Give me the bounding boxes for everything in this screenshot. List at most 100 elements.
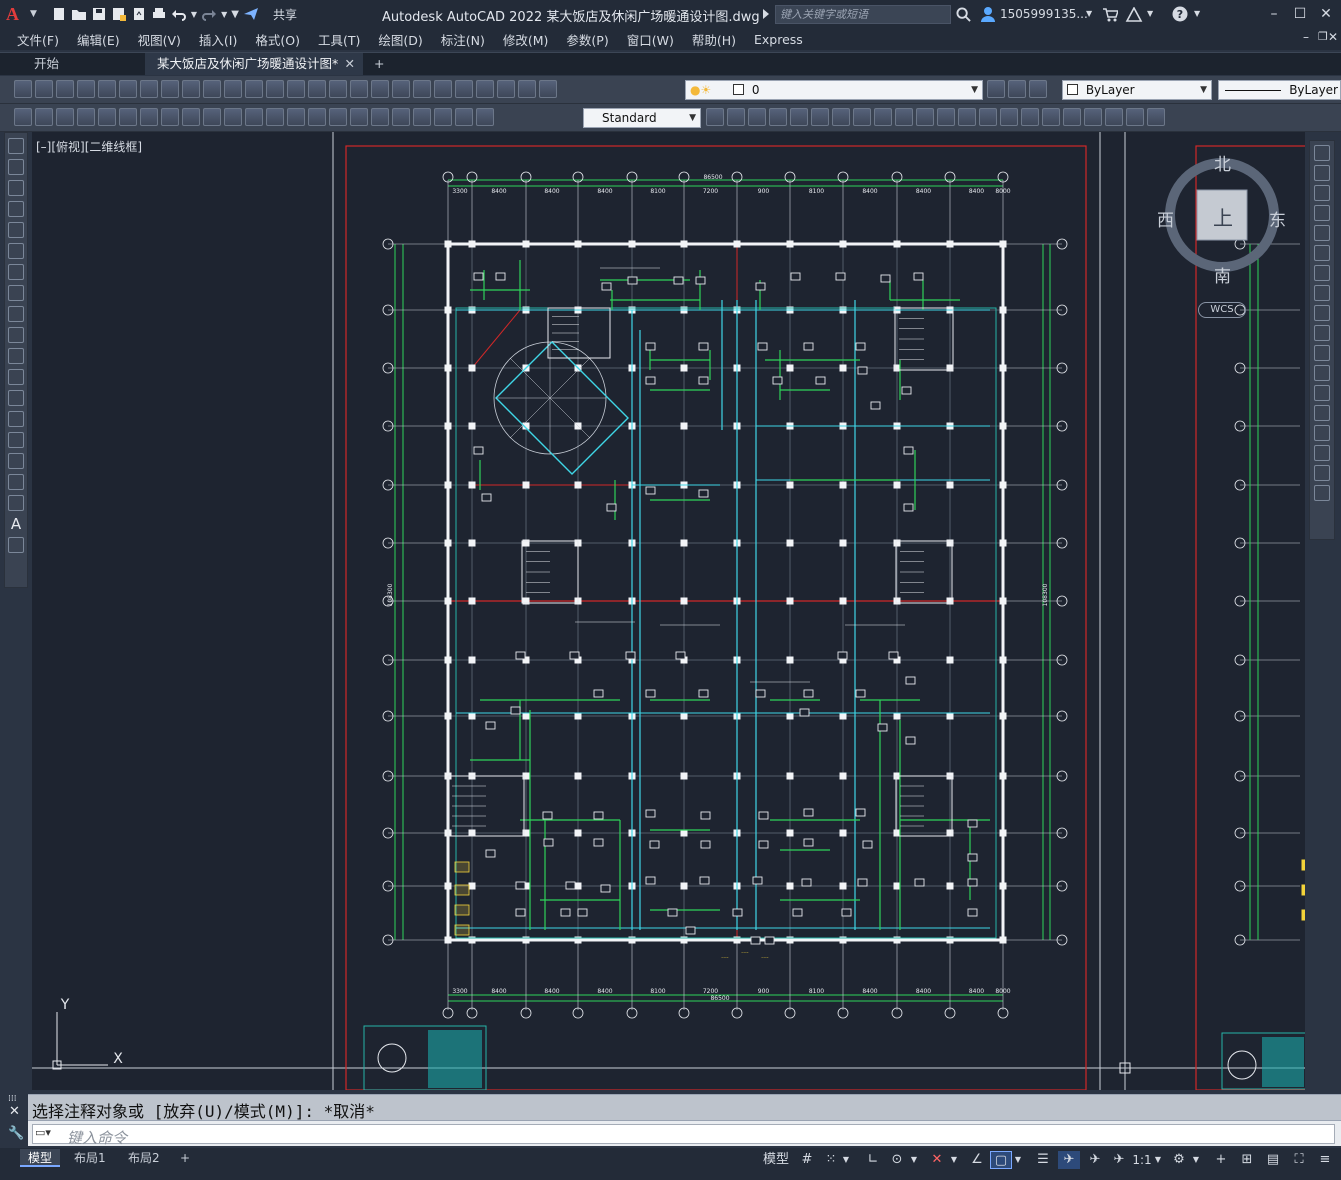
search-icon[interactable] (956, 7, 971, 22)
polyline-icon[interactable] (8, 180, 24, 196)
trim-icon[interactable] (916, 108, 934, 126)
stretch-icon[interactable] (895, 108, 913, 126)
help-dropdown-icon[interactable]: ▼ (1194, 9, 1200, 18)
auto-scale-icon[interactable]: ✈ (1084, 1151, 1106, 1169)
spline-icon[interactable] (8, 306, 24, 322)
r-break-icon[interactable] (1314, 385, 1330, 401)
move-icon[interactable] (832, 108, 850, 126)
maximize-icon[interactable]: ☐ (1290, 4, 1310, 24)
menu-view[interactable]: 视图(V) (129, 30, 190, 49)
customize-wrench-icon[interactable]: 🔧 (8, 1126, 24, 1141)
calculator-icon[interactable] (497, 80, 515, 98)
menu-tools[interactable]: 工具(T) (309, 30, 369, 49)
new-icon[interactable] (51, 6, 67, 22)
design-center-icon[interactable] (413, 80, 431, 98)
minimize-icon[interactable]: – (1264, 4, 1284, 24)
inspection-icon[interactable] (392, 108, 410, 126)
customize-qat-icon[interactable]: ▼ (231, 9, 239, 20)
rotate-icon[interactable] (853, 108, 871, 126)
ortho-icon[interactable]: ∟ (862, 1151, 884, 1169)
app-menu-arrow-icon[interactable]: ▼ (30, 9, 37, 19)
annotation-visibility-icon[interactable]: ✈ (1058, 1151, 1080, 1169)
region-icon[interactable] (8, 474, 24, 490)
join-icon[interactable] (979, 108, 997, 126)
mtext-icon[interactable]: A (8, 516, 24, 532)
new-tab-button[interactable]: + (366, 53, 390, 75)
revcloud-icon[interactable] (8, 285, 24, 301)
user-icon[interactable] (980, 6, 996, 22)
construction-line-icon[interactable] (8, 159, 24, 175)
snap-dropdown-icon[interactable]: ▼ (840, 1151, 852, 1169)
mirror-icon[interactable] (769, 108, 787, 126)
polar-icon[interactable]: ⊙ (886, 1151, 908, 1169)
command-input[interactable]: ▭▾ 键入命令 (32, 1124, 1335, 1147)
isodraft-dropdown-icon[interactable]: ▼ (948, 1151, 960, 1169)
linear-dimension-icon[interactable] (77, 108, 95, 126)
plot-icon[interactable] (151, 6, 167, 22)
menu-edit[interactable]: 编辑(E) (68, 30, 129, 49)
units-icon[interactable]: ⊞ (1236, 1151, 1258, 1169)
undo-icon[interactable] (171, 6, 187, 22)
osnap-tracking-icon[interactable]: ∠ (966, 1151, 988, 1169)
offset-icon[interactable] (790, 108, 808, 126)
chamfer-icon[interactable] (1000, 108, 1018, 126)
add-selected-icon[interactable] (8, 537, 24, 553)
command-options-icon[interactable]: ▭▾ (35, 1126, 51, 1139)
save-file-icon[interactable] (56, 80, 74, 98)
gradient-icon[interactable] (8, 453, 24, 469)
angular-icon[interactable] (224, 108, 242, 126)
workspace-dropdown-icon[interactable]: ▼ (1190, 1151, 1202, 1169)
tab-close-icon[interactable]: ✕ (345, 53, 355, 75)
r-rotate-icon[interactable] (1314, 265, 1330, 281)
preview-icon[interactable] (98, 80, 116, 98)
layout-tab-1[interactable]: 布局1 (66, 1149, 114, 1167)
menu-express[interactable]: Express (745, 32, 812, 47)
viewcube-south[interactable]: 南 (1214, 262, 1231, 287)
zoom-window-icon[interactable] (350, 80, 368, 98)
draworder-icon[interactable] (1063, 108, 1081, 126)
edit-3-icon[interactable] (56, 108, 74, 126)
search-input[interactable]: 键入关键字或短语 (775, 5, 951, 24)
area-icon[interactable] (1147, 108, 1165, 126)
copy-icon[interactable] (182, 80, 200, 98)
group-icon[interactable] (1084, 108, 1102, 126)
annotation-monitor-icon[interactable]: + (1210, 1151, 1232, 1169)
zoom-realtime-icon[interactable] (329, 80, 347, 98)
annotation-scale-icon[interactable]: ✈ (1108, 1151, 1130, 1169)
command-close-icon[interactable]: ✕ (9, 1104, 20, 1119)
update-icon[interactable] (476, 108, 494, 126)
ungroup-icon[interactable] (1105, 108, 1123, 126)
quick-dimension-icon[interactable] (245, 108, 263, 126)
polar-dropdown-icon[interactable]: ▼ (908, 1151, 920, 1169)
r-trim-icon[interactable] (1314, 325, 1330, 341)
dim-style-icon[interactable] (706, 108, 724, 126)
hatch-icon[interactable] (8, 432, 24, 448)
redo-dropdown-icon[interactable]: ▼ (221, 10, 227, 19)
circle-icon[interactable] (8, 264, 24, 280)
explode-icon[interactable] (1042, 108, 1060, 126)
customize-status-icon[interactable]: ≡ (1314, 1151, 1336, 1169)
continue-icon[interactable] (287, 108, 305, 126)
space-icon[interactable] (308, 108, 326, 126)
a360-dropdown-icon[interactable]: ▼ (1147, 9, 1153, 18)
menu-window[interactable]: 窗口(W) (618, 30, 683, 49)
undo-tool-icon[interactable] (266, 80, 284, 98)
r-join-icon[interactable] (1314, 405, 1330, 421)
pan-icon[interactable] (308, 80, 326, 98)
lineweight-icon[interactable]: ☰ (1032, 1151, 1054, 1169)
viewcube-east[interactable]: 东 (1269, 206, 1286, 231)
center-mark-icon[interactable] (371, 108, 389, 126)
extend-icon[interactable] (937, 108, 955, 126)
menu-format[interactable]: 格式(O) (246, 30, 309, 49)
menu-help[interactable]: 帮助(H) (683, 30, 745, 49)
fillet-icon[interactable] (1021, 108, 1039, 126)
osnap-dropdown-icon[interactable]: ▼ (1012, 1151, 1024, 1169)
ellipse-icon[interactable] (8, 327, 24, 343)
dimedit-icon[interactable] (434, 108, 452, 126)
r-erase-icon[interactable] (1314, 145, 1330, 161)
edit-2-icon[interactable] (35, 108, 53, 126)
break-at-point-icon[interactable] (958, 108, 976, 126)
open-file-icon[interactable] (35, 80, 53, 98)
doc-minimize-icon[interactable]: – (1303, 30, 1309, 44)
r-move-icon[interactable] (1314, 245, 1330, 261)
